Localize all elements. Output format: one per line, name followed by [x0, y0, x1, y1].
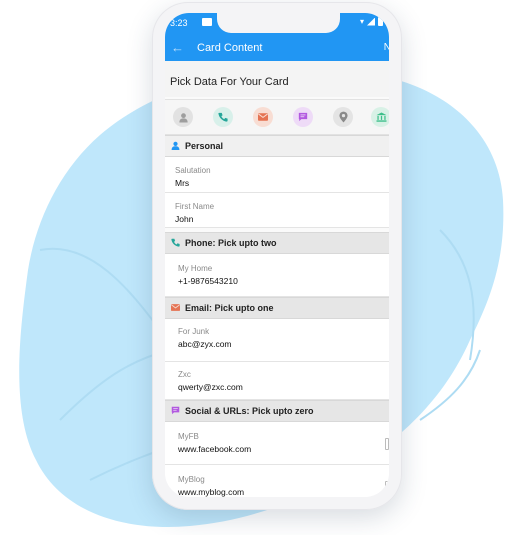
phone-screen: 3:23 ▾ ← Card Content N Pick Data For Yo… [165, 13, 389, 497]
field-row-first-name[interactable]: First Name John [165, 193, 389, 228]
person-icon[interactable] [173, 107, 193, 127]
email-icon [171, 304, 180, 311]
field-row-zxc[interactable]: Zxc qwerty@zxc.com [165, 362, 389, 400]
battery-icon [378, 17, 383, 26]
status-indicators: ▾ [360, 17, 383, 26]
pick-data-title: Pick Data For Your Card [170, 76, 289, 88]
category-icon-bar [165, 99, 389, 135]
field-label: Zxc [178, 370, 191, 379]
section-personal-label: Personal [185, 141, 224, 151]
phone-notch [217, 13, 340, 33]
bank-icon[interactable] [371, 107, 389, 127]
location-icon[interactable] [333, 107, 353, 127]
field-row-my-home[interactable]: My Home +1-9876543210 [165, 254, 389, 297]
field-label: First Name [175, 202, 215, 211]
field-label: My Home [178, 264, 213, 273]
field-label: MyBlog [178, 475, 205, 484]
field-value: Mrs [175, 178, 190, 188]
email-icon[interactable] [253, 107, 273, 127]
section-social-label: Social & URLs: Pick upto zero [185, 406, 314, 416]
field-value: John [175, 214, 194, 224]
field-value: qwerty@zxc.com [178, 382, 243, 392]
message-notification-icon [202, 18, 212, 26]
field-row-myfb[interactable]: MyFB www.facebook.com [165, 422, 389, 465]
section-personal: Personal [165, 135, 389, 157]
phone-frame: 3:23 ▾ ← Card Content N Pick Data For Yo… [152, 2, 402, 510]
field-value: abc@zyx.com [178, 339, 232, 349]
pick-data-header: Pick Data For Your Card [165, 61, 389, 97]
back-arrow-icon[interactable]: ← [171, 40, 184, 56]
field-value: www.myblog.com [178, 487, 245, 497]
field-row-for-junk[interactable]: For Junk abc@zyx.com [165, 319, 389, 362]
wifi-icon: ▾ [359, 17, 364, 26]
select-checkbox[interactable] [385, 481, 389, 493]
field-value: www.facebook.com [178, 444, 252, 454]
section-social: Social & URLs: Pick upto zero [165, 400, 389, 422]
section-email-label: Email: Pick upto one [185, 303, 274, 313]
select-checkbox[interactable] [385, 438, 389, 450]
field-row-myblog[interactable]: MyBlog www.myblog.com [165, 465, 389, 497]
message-icon [171, 406, 180, 415]
status-time: 3:23 [170, 18, 188, 28]
next-button[interactable]: N [384, 42, 389, 53]
field-label: For Junk [178, 327, 210, 336]
phone-icon[interactable] [213, 107, 233, 127]
field-label: MyFB [178, 432, 199, 441]
section-phone: Phone: Pick upto two [165, 232, 389, 254]
field-row-salutation[interactable]: Salutation Mrs [165, 157, 389, 193]
page-title: Card Content [197, 42, 263, 54]
phone-icon [171, 238, 180, 247]
field-value: +1-9876543210 [178, 276, 238, 286]
app-bar: ← Card Content N [165, 35, 389, 61]
signal-icon [367, 17, 375, 26]
message-icon[interactable] [293, 107, 313, 127]
field-label: Salutation [175, 166, 211, 175]
person-icon [171, 141, 180, 150]
section-email: Email: Pick upto one [165, 297, 389, 319]
section-phone-label: Phone: Pick upto two [185, 238, 277, 248]
